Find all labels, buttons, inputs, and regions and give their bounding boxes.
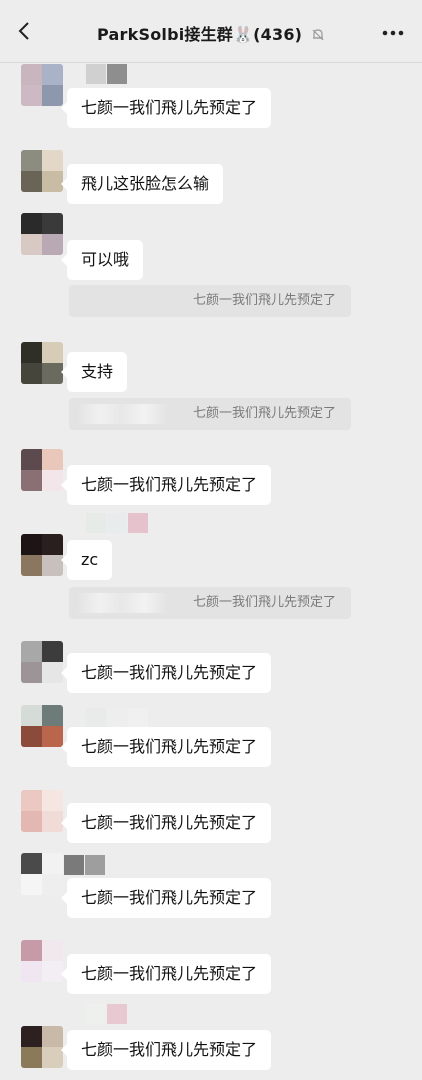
sender-nickname-blurred — [86, 1004, 128, 1024]
message-bubble[interactable]: 可以哦 — [60, 240, 144, 280]
sender-nickname-blurred — [64, 855, 106, 875]
avatar[interactable] — [21, 940, 63, 982]
message-bubble[interactable]: 支持 — [60, 352, 128, 392]
avatar[interactable] — [21, 64, 63, 106]
member-count: (436) — [253, 25, 303, 44]
chat-header: ParkSolbi接生群🐰(436) — [0, 0, 422, 63]
message-bubble[interactable]: 七颜一我们飛儿先预定了 — [60, 803, 272, 843]
sender-nickname-blurred — [86, 708, 149, 728]
chat-title: ParkSolbi接生群🐰(436) — [0, 21, 422, 45]
rabbit-emoji-icon: 🐰 — [233, 25, 254, 44]
message-bubble[interactable]: 七颜一我们飛儿先预定了 — [60, 1030, 272, 1070]
quote-text: 七颜一我们飛儿先预定了 — [192, 595, 336, 610]
avatar[interactable] — [21, 213, 63, 255]
quote-sender-blurred — [77, 593, 167, 613]
avatar[interactable] — [21, 641, 63, 683]
quote-sender-blurred — [77, 404, 167, 424]
message-bubble[interactable]: 七颜一我们飛儿先预定了 — [60, 88, 272, 128]
avatar[interactable] — [21, 1026, 63, 1068]
message-bubble[interactable]: 七颜一我们飛儿先预定了 — [60, 465, 272, 505]
quote-text: 七颜一我们飛儿先预定了 — [192, 293, 336, 308]
message-bubble[interactable]: 七颜一我们飛儿先预定了 — [60, 653, 272, 693]
avatar[interactable] — [21, 150, 63, 192]
avatar[interactable] — [21, 449, 63, 491]
message-bubble[interactable]: 七颜一我们飛儿先预定了 — [60, 878, 272, 918]
group-name: ParkSolbi接生群 — [97, 25, 234, 44]
message-bubble[interactable]: 七颜一我们飛儿先预定了 — [60, 954, 272, 994]
avatar[interactable] — [21, 534, 63, 576]
more-dots-icon[interactable] — [382, 30, 404, 36]
avatar[interactable] — [21, 705, 63, 747]
message-bubble[interactable]: 七颜一我们飛儿先预定了 — [60, 727, 272, 767]
avatar[interactable] — [21, 853, 63, 895]
avatar[interactable] — [21, 790, 63, 832]
quote-text: 七颜一我们飛儿先预定了 — [192, 406, 336, 421]
message-bubble[interactable]: 飛儿这张脸怎么输 — [60, 164, 224, 204]
avatar[interactable] — [21, 342, 63, 384]
quoted-message[interactable]: 七颜一我们飛儿先预定了 — [69, 398, 351, 430]
sender-nickname-blurred — [86, 513, 149, 533]
quoted-message[interactable]: 七颜一我们飛儿先预定了 — [69, 285, 351, 317]
sender-nickname-blurred — [86, 64, 128, 84]
quoted-message[interactable]: 七颜一我们飛儿先预定了 — [69, 587, 351, 619]
message-bubble[interactable]: zc — [60, 540, 113, 580]
mute-bell-icon — [312, 29, 324, 41]
